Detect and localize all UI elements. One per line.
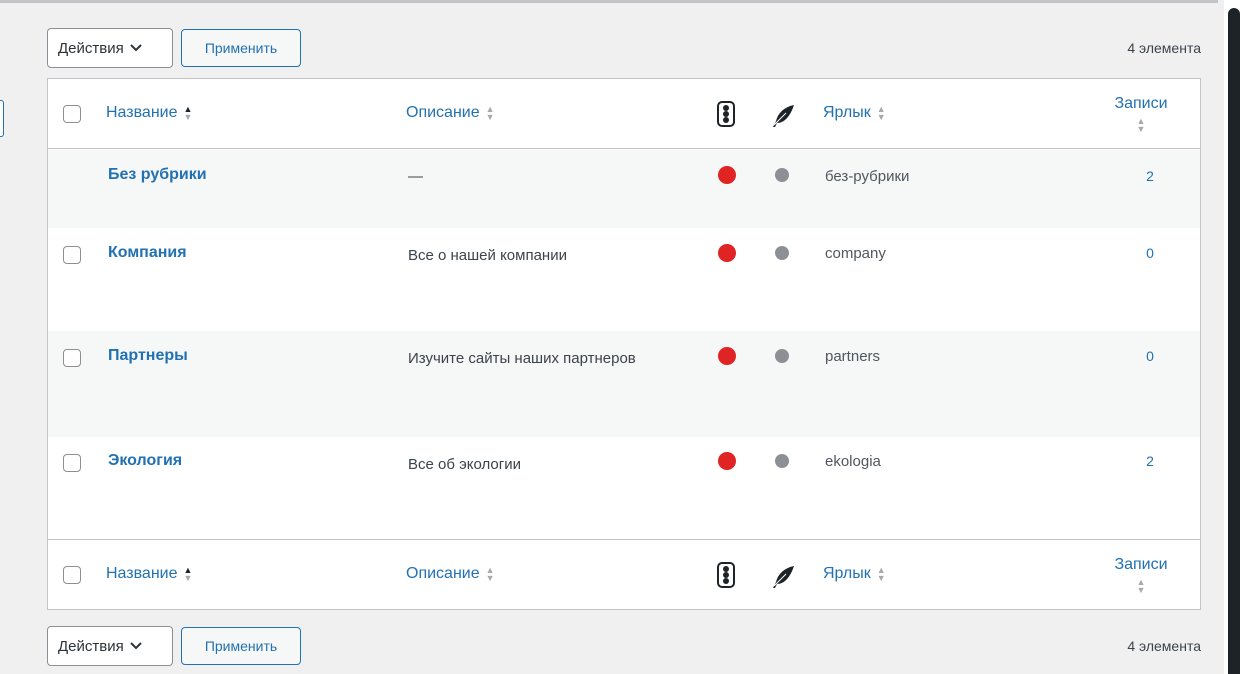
category-description: Изучите сайты наших партнеров	[408, 350, 636, 367]
row-checkbox[interactable]	[63, 349, 81, 367]
scrollbar-thumb[interactable]	[1228, 8, 1240, 674]
select-all-checkbox[interactable]	[63, 566, 81, 584]
column-description-header[interactable]: Описание ▲ ▼	[406, 565, 495, 583]
category-description: Все о нашей компании	[408, 247, 567, 264]
scrollbar[interactable]	[1224, 0, 1248, 674]
sort-arrows-icon: ▲ ▼	[485, 104, 495, 122]
column-description-label: Описание	[406, 565, 480, 582]
column-description-header[interactable]: Описание ▲ ▼	[406, 104, 495, 122]
column-name-header[interactable]: Название ▲ ▼	[106, 104, 192, 122]
sidebar-edge-tab[interactable]	[0, 100, 4, 137]
category-description: —	[408, 168, 423, 185]
bulk-actions-label: Действия	[58, 637, 124, 655]
status-grey-dot	[775, 349, 789, 363]
bulk-actions-label: Действия	[58, 39, 124, 57]
chevron-down-icon	[130, 642, 142, 650]
column-description-label: Описание	[406, 104, 480, 121]
status-red-dot	[718, 244, 736, 262]
apply-button[interactable]: Применить	[181, 627, 301, 665]
traffic-light-icon	[717, 562, 735, 588]
sort-arrows-icon: ▲ ▼	[183, 565, 193, 583]
sort-arrows-icon: ▲ ▼	[183, 104, 193, 122]
apply-button[interactable]: Применить	[181, 29, 301, 67]
sort-arrows-icon: ▲ ▼	[1136, 577, 1146, 595]
traffic-light-icon	[717, 101, 735, 127]
column-posts-header[interactable]: Записи ▲ ▼	[1106, 95, 1176, 137]
table-row: Экология Все об экологии ekologia 2	[48, 437, 1200, 539]
category-slug: ekologia	[825, 453, 881, 470]
category-posts-count[interactable]: 2	[1128, 168, 1172, 184]
column-slug-label: Ярлык	[823, 104, 871, 121]
sort-arrows-icon: ▲ ▼	[1136, 116, 1146, 134]
table-header: Название ▲ ▼ Описание ▲ ▼ Ярлык ▲ ▼ Записи …	[48, 79, 1200, 149]
category-slug: без-рубрики	[825, 168, 910, 185]
status-grey-dot	[775, 454, 789, 468]
category-slug: partners	[825, 348, 881, 365]
column-slug-label: Ярлык	[823, 565, 871, 582]
category-posts-count[interactable]: 2	[1128, 453, 1172, 469]
column-posts-header[interactable]: Записи ▲ ▼	[1106, 556, 1176, 598]
bulk-actions-select[interactable]: Действия	[47, 626, 173, 666]
column-posts-label: Записи	[1114, 556, 1168, 573]
category-name-link[interactable]: Экология	[108, 452, 182, 470]
category-slug: company	[825, 245, 886, 262]
column-name-label: Название	[106, 565, 178, 582]
table-row: Компания Все о нашей компании company 0	[48, 228, 1200, 331]
table-row: Без рубрики — без-рубрики 2	[48, 150, 1200, 228]
sort-arrows-icon: ▲ ▼	[876, 104, 886, 122]
status-red-dot	[718, 347, 736, 365]
column-name-header[interactable]: Название ▲ ▼	[106, 565, 192, 583]
status-red-dot	[718, 166, 736, 184]
category-description: Все об экологии	[408, 456, 522, 473]
column-name-label: Название	[106, 104, 178, 121]
status-grey-dot	[775, 246, 789, 260]
feather-icon	[773, 105, 794, 127]
sort-arrows-icon: ▲ ▼	[876, 565, 886, 583]
top-divider	[0, 0, 1218, 3]
column-slug-header[interactable]: Ярлык ▲ ▼	[823, 565, 886, 583]
items-count: 4 элемента	[1127, 638, 1201, 654]
chevron-down-icon	[130, 44, 142, 52]
status-red-dot	[718, 452, 736, 470]
row-checkbox[interactable]	[63, 246, 81, 264]
feather-icon	[773, 566, 794, 588]
category-name-link[interactable]: Компания	[108, 244, 187, 262]
category-posts-count[interactable]: 0	[1128, 245, 1172, 261]
column-posts-label: Записи	[1114, 95, 1168, 112]
category-name-link[interactable]: Без рубрики	[108, 166, 207, 184]
items-count: 4 элемента	[1127, 40, 1201, 56]
tablenav-top: Действия Применить 4 элемента	[47, 28, 1201, 68]
categories-table: Название ▲ ▼ Описание ▲ ▼ Ярлык ▲ ▼ Записи …	[47, 78, 1201, 610]
sort-arrows-icon: ▲ ▼	[485, 565, 495, 583]
select-all-checkbox[interactable]	[63, 105, 81, 123]
row-checkbox[interactable]	[63, 454, 81, 472]
tablenav-bottom: Действия Применить 4 элемента	[47, 626, 1201, 666]
column-slug-header[interactable]: Ярлык ▲ ▼	[823, 104, 886, 122]
category-posts-count[interactable]: 0	[1128, 348, 1172, 364]
status-grey-dot	[775, 168, 789, 182]
category-name-link[interactable]: Партнеры	[108, 347, 188, 365]
bulk-actions-select[interactable]: Действия	[47, 28, 173, 68]
table-footer: Название ▲ ▼ Описание ▲ ▼ Ярлык ▲ ▼ Записи …	[48, 539, 1200, 609]
table-row: Партнеры Изучите сайты наших партнеров p…	[48, 331, 1200, 437]
